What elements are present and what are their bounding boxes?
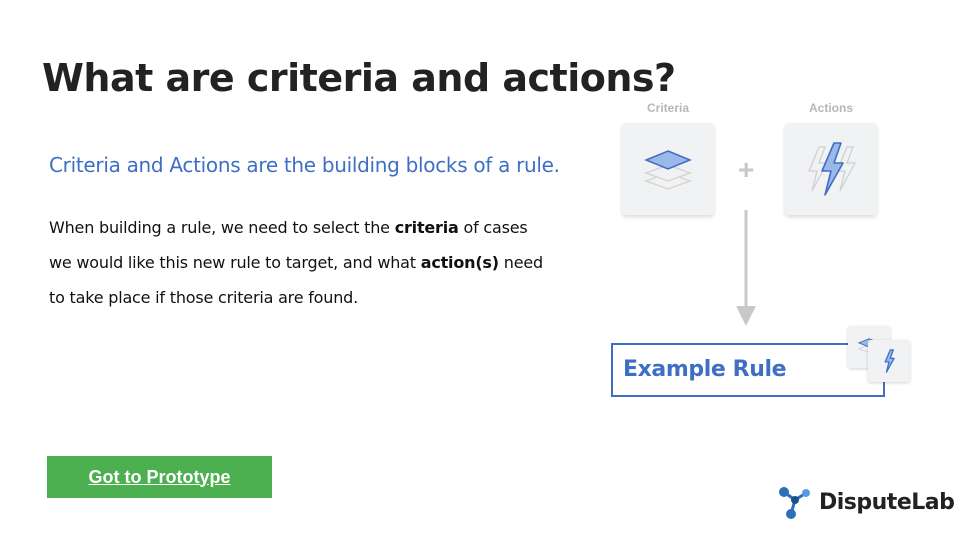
criteria-label: Criteria [646,101,690,115]
network-logo-icon [779,487,810,519]
plus-sign: + [738,154,755,185]
example-rule-box: Example Rule [611,343,885,397]
down-arrow-icon [736,210,756,326]
slide-title: What are criteria and actions? [42,56,676,100]
layers-icon [643,150,693,190]
body-text-part: When building a rule, we need to select … [49,218,395,237]
body-bold-actions: action(s) [420,253,499,272]
mini-actions-card [868,340,910,382]
criteria-card [622,123,714,215]
actions-label: Actions [808,101,853,115]
example-rule-label: Example Rule [623,357,787,382]
disputelab-logo: DisputeLab [777,484,955,520]
slide-body: When building a rule, we need to select … [49,210,549,315]
body-bold-criteria: criteria [394,218,459,237]
lightning-icon [808,142,857,196]
go-to-prototype-button[interactable]: Got to Prototype [47,456,272,498]
brand-name: DisputeLab [819,489,955,515]
lightning-icon [884,349,895,373]
slide-subtitle: Criteria and Actions are the building bl… [49,153,560,177]
actions-card [785,123,877,215]
